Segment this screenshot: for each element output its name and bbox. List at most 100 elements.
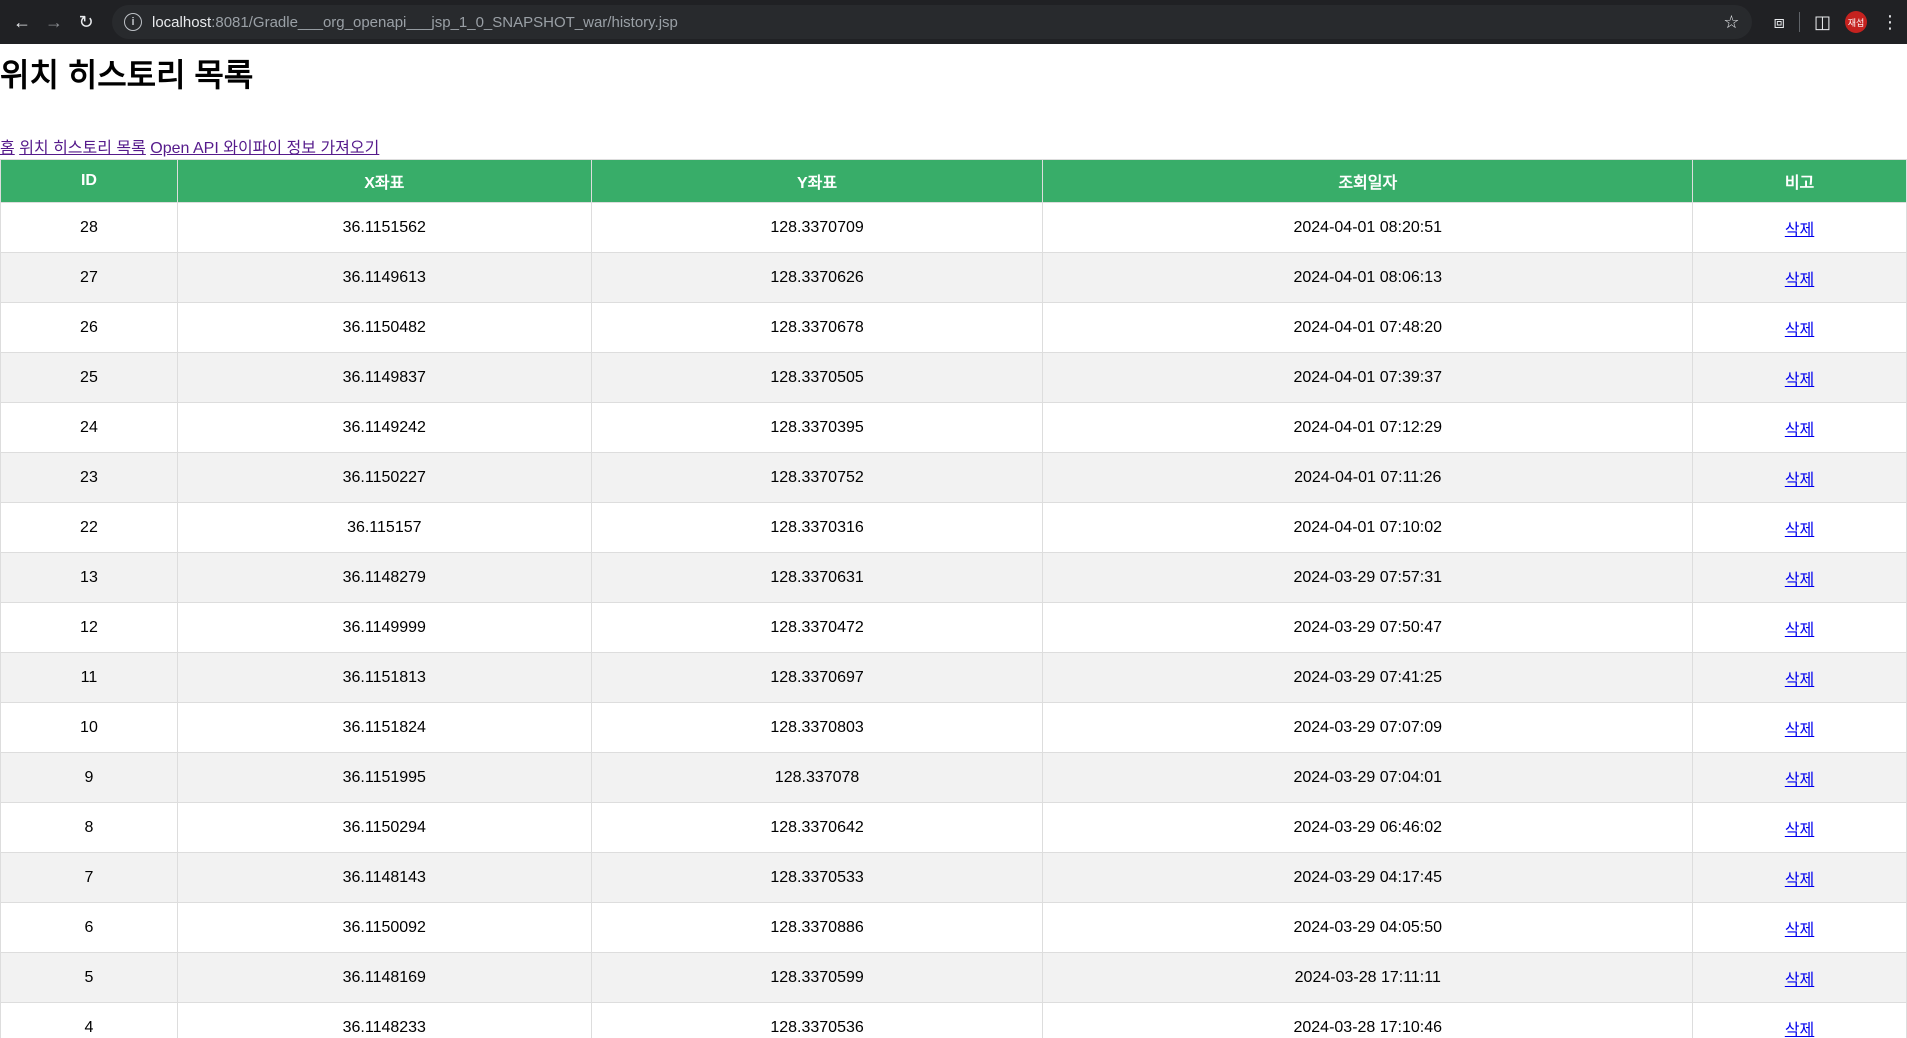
nav-link-load-wifi[interactable]: Open API 와이파이 정보 가져오기 xyxy=(150,140,379,157)
more-menu-icon[interactable]: ⋮ xyxy=(1881,12,1899,33)
cell-y: 128.3370505 xyxy=(590,352,1044,403)
back-icon[interactable]: ← xyxy=(8,8,36,36)
cell-x: 36.1148169 xyxy=(176,952,592,1003)
cell-date: 2024-03-29 06:46:02 xyxy=(1042,802,1694,853)
delete-link[interactable]: 삭제 xyxy=(1785,322,1814,339)
delete-link[interactable]: 삭제 xyxy=(1785,672,1814,689)
profile-avatar[interactable]: 재섭 xyxy=(1845,11,1867,33)
table-row: 27 36.1149613 128.3370626 2024-04-01 08:06:… xyxy=(0,252,1907,303)
cell-x: 36.115157 xyxy=(176,502,592,553)
delete-link[interactable]: 삭제 xyxy=(1785,822,1814,839)
cell-y: 128.3370631 xyxy=(590,552,1044,603)
cell-date: 2024-03-28 17:10:46 xyxy=(1042,1002,1694,1038)
delete-link[interactable]: 삭제 xyxy=(1785,522,1814,539)
table-row: 22 36.115157 128.3370316 2024-04-01 07:10:0… xyxy=(0,502,1907,553)
delete-link[interactable]: 삭제 xyxy=(1785,422,1814,439)
cell-y: 128.3370678 xyxy=(590,302,1044,353)
bookmark-star-icon[interactable]: ☆ xyxy=(1723,12,1739,33)
delete-link[interactable]: 삭제 xyxy=(1785,972,1814,989)
cell-y: 128.3370697 xyxy=(590,652,1044,703)
cell-x: 36.1148143 xyxy=(176,852,592,903)
cell-y: 128.3370709 xyxy=(590,202,1044,253)
cell-x: 36.1149242 xyxy=(176,402,592,453)
cell-x: 36.1150482 xyxy=(176,302,592,353)
cell-date: 2024-04-01 07:39:37 xyxy=(1042,352,1694,403)
url-text[interactable]: localhost:8081/Gradle___org_openapi___js… xyxy=(152,14,678,31)
delete-link[interactable]: 삭제 xyxy=(1785,1022,1814,1038)
cell-id: 25 xyxy=(0,352,178,403)
cell-id: 5 xyxy=(0,952,178,1003)
table-row: 6 36.1150092 128.3370886 2024-03-29 04:05:5… xyxy=(0,902,1907,953)
cell-y: 128.3370886 xyxy=(590,902,1044,953)
address-bar[interactable]: i localhost:8081/Gradle___org_openapi___… xyxy=(112,5,1752,39)
cell-y: 128.3370752 xyxy=(590,452,1044,503)
cell-x: 36.1149999 xyxy=(176,602,592,653)
side-panel-icon[interactable]: ◫ xyxy=(1814,12,1831,33)
nav-link-history[interactable]: 위치 히스토리 목록 xyxy=(19,140,146,157)
cell-action: 삭제 xyxy=(1692,652,1907,703)
cell-date: 2024-04-01 07:11:26 xyxy=(1042,452,1694,503)
delete-link[interactable]: 삭제 xyxy=(1785,622,1814,639)
cell-date: 2024-04-01 08:06:13 xyxy=(1042,252,1694,303)
cell-action: 삭제 xyxy=(1692,452,1907,503)
forward-icon[interactable]: → xyxy=(40,8,68,36)
cell-date: 2024-03-29 07:50:47 xyxy=(1042,602,1694,653)
cell-id: 27 xyxy=(0,252,178,303)
cell-id: 6 xyxy=(0,902,178,953)
table-row: 23 36.1150227 128.3370752 2024-04-01 07:11:… xyxy=(0,452,1907,503)
table-row: 7 36.1148143 128.3370533 2024-03-29 04:17:4… xyxy=(0,852,1907,903)
table-row: 25 36.1149837 128.3370505 2024-04-01 07:39:… xyxy=(0,352,1907,403)
delete-link[interactable]: 삭제 xyxy=(1785,922,1814,939)
delete-link[interactable]: 삭제 xyxy=(1785,572,1814,589)
header-date: 조회일자 xyxy=(1042,159,1694,203)
table-body: 28 36.1151562 128.3370709 2024-04-01 08:20:… xyxy=(0,202,1907,1038)
cell-y: 128.3370316 xyxy=(590,502,1044,553)
cell-date: 2024-04-01 07:12:29 xyxy=(1042,402,1694,453)
delete-link[interactable]: 삭제 xyxy=(1785,472,1814,489)
cell-action: 삭제 xyxy=(1692,1002,1907,1038)
table-row: 5 36.1148169 128.3370599 2024-03-28 17:11:1… xyxy=(0,952,1907,1003)
cell-date: 2024-03-29 07:57:31 xyxy=(1042,552,1694,603)
extensions-icon[interactable]: ⧈ xyxy=(1774,12,1785,33)
delete-link[interactable]: 삭제 xyxy=(1785,772,1814,789)
reload-icon[interactable]: ↻ xyxy=(72,8,100,36)
page-title: 위치 히스토리 목록 xyxy=(0,57,254,93)
cell-date: 2024-03-29 07:41:25 xyxy=(1042,652,1694,703)
cell-x: 36.1150227 xyxy=(176,452,592,503)
history-table: ID X좌표 Y좌표 조회일자 비고 28 36.1151562 128.33707… xyxy=(0,159,1907,1038)
header-x: X좌표 xyxy=(176,159,592,203)
cell-action: 삭제 xyxy=(1692,902,1907,953)
cell-y: 128.3370395 xyxy=(590,402,1044,453)
header-y: Y좌표 xyxy=(590,159,1044,203)
cell-x: 36.1151813 xyxy=(176,652,592,703)
table-row: 4 36.1148233 128.3370536 2024-03-28 17:10:4… xyxy=(0,1002,1907,1038)
cell-y: 128.3370642 xyxy=(590,802,1044,853)
delete-link[interactable]: 삭제 xyxy=(1785,222,1814,239)
cell-id: 26 xyxy=(0,302,178,353)
delete-link[interactable]: 삭제 xyxy=(1785,872,1814,889)
delete-link[interactable]: 삭제 xyxy=(1785,372,1814,389)
url-path: :8081/Gradle___org_openapi___jsp_1_0_SNA… xyxy=(211,13,678,31)
table-row: 10 36.1151824 128.3370803 2024-03-29 07:07:… xyxy=(0,702,1907,753)
nav-links: 홈 위치 히스토리 목록 Open API 와이파이 정보 가져오기 xyxy=(0,139,1907,159)
nav-link-home[interactable]: 홈 xyxy=(0,140,15,157)
cell-y: 128.3370626 xyxy=(590,252,1044,303)
cell-date: 2024-04-01 07:48:20 xyxy=(1042,302,1694,353)
cell-x: 36.1151562 xyxy=(176,202,592,253)
cell-y: 128.3370536 xyxy=(590,1002,1044,1038)
delete-link[interactable]: 삭제 xyxy=(1785,272,1814,289)
cell-x: 36.1148279 xyxy=(176,552,592,603)
cell-date: 2024-03-29 07:07:09 xyxy=(1042,702,1694,753)
cell-date: 2024-04-01 07:10:02 xyxy=(1042,502,1694,553)
cell-action: 삭제 xyxy=(1692,352,1907,403)
cell-y: 128.3370803 xyxy=(590,702,1044,753)
cell-date: 2024-03-29 04:05:50 xyxy=(1042,902,1694,953)
cell-x: 36.1148233 xyxy=(176,1002,592,1038)
table-row: 8 36.1150294 128.3370642 2024-03-29 06:46:0… xyxy=(0,802,1907,853)
table-row: 12 36.1149999 128.3370472 2024-03-29 07:50:… xyxy=(0,602,1907,653)
cell-id: 28 xyxy=(0,202,178,253)
delete-link[interactable]: 삭제 xyxy=(1785,722,1814,739)
site-info-icon[interactable]: i xyxy=(124,13,142,31)
cell-action: 삭제 xyxy=(1692,252,1907,303)
cell-action: 삭제 xyxy=(1692,202,1907,253)
